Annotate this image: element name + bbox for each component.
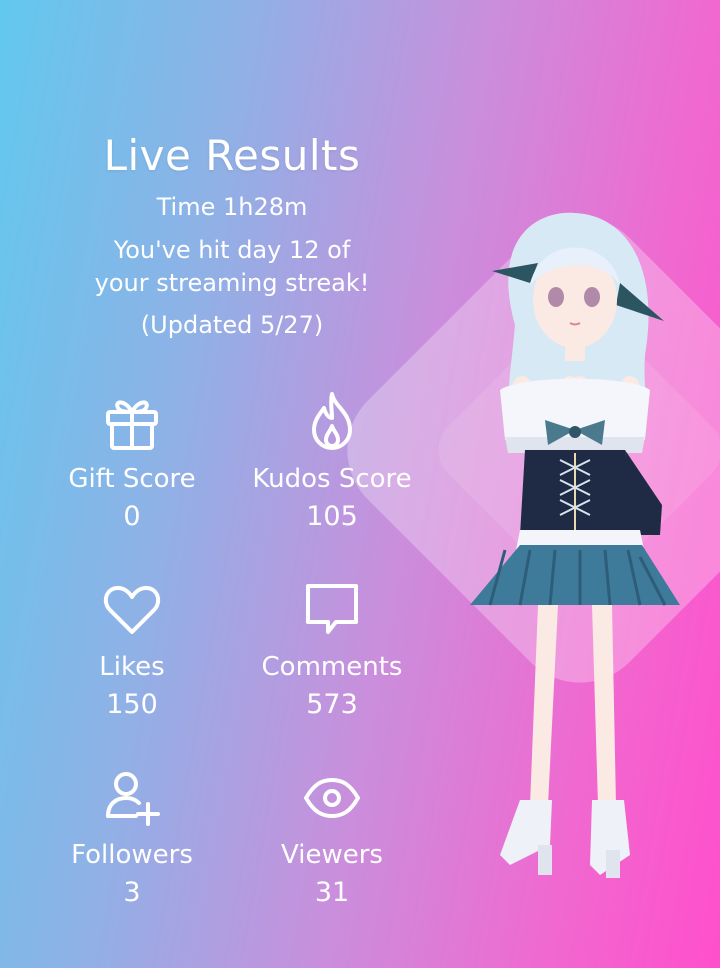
- stat-value: 3: [123, 877, 141, 908]
- streak-message: You've hit day 12 of your streaming stre…: [32, 234, 432, 300]
- results-header: Live Results Time 1h28m You've hit day 1…: [32, 128, 432, 342]
- stat-label: Viewers: [281, 840, 383, 870]
- stat-comments: Comments 573: [232, 578, 432, 723]
- stat-value: 150: [106, 689, 158, 720]
- stat-kudos-score: Kudos Score 105: [232, 390, 432, 535]
- page-title: Live Results: [103, 131, 361, 180]
- heart-icon: [103, 586, 161, 634]
- stat-gift-score: Gift Score 0: [32, 390, 232, 535]
- stat-value: 31: [314, 877, 350, 908]
- eye-icon: [304, 778, 360, 818]
- streak-line-2: your streaming streak!: [94, 269, 370, 297]
- stat-label: Followers: [71, 840, 193, 870]
- stat-label: Gift Score: [68, 464, 196, 494]
- stat-label: Comments: [261, 652, 403, 682]
- stat-value: 105: [306, 501, 358, 532]
- stat-followers: Followers 3: [32, 766, 232, 911]
- stat-likes: Likes 150: [32, 578, 232, 723]
- stat-label: Likes: [99, 652, 165, 682]
- updated-date: (Updated 5/27): [140, 311, 324, 339]
- stream-duration: Time 1h28m: [156, 193, 308, 221]
- streak-line-1: You've hit day 12 of: [113, 236, 351, 264]
- stat-value: 573: [306, 689, 358, 720]
- stat-label: Kudos Score: [252, 464, 412, 494]
- add-user-icon: [106, 772, 160, 826]
- avatar-character-image: [470, 212, 680, 878]
- comment-icon: [306, 584, 358, 634]
- stat-viewers: Viewers 31: [232, 766, 432, 911]
- flame-icon: [312, 392, 352, 450]
- stat-value: 0: [123, 501, 141, 532]
- gift-icon: [106, 400, 158, 450]
